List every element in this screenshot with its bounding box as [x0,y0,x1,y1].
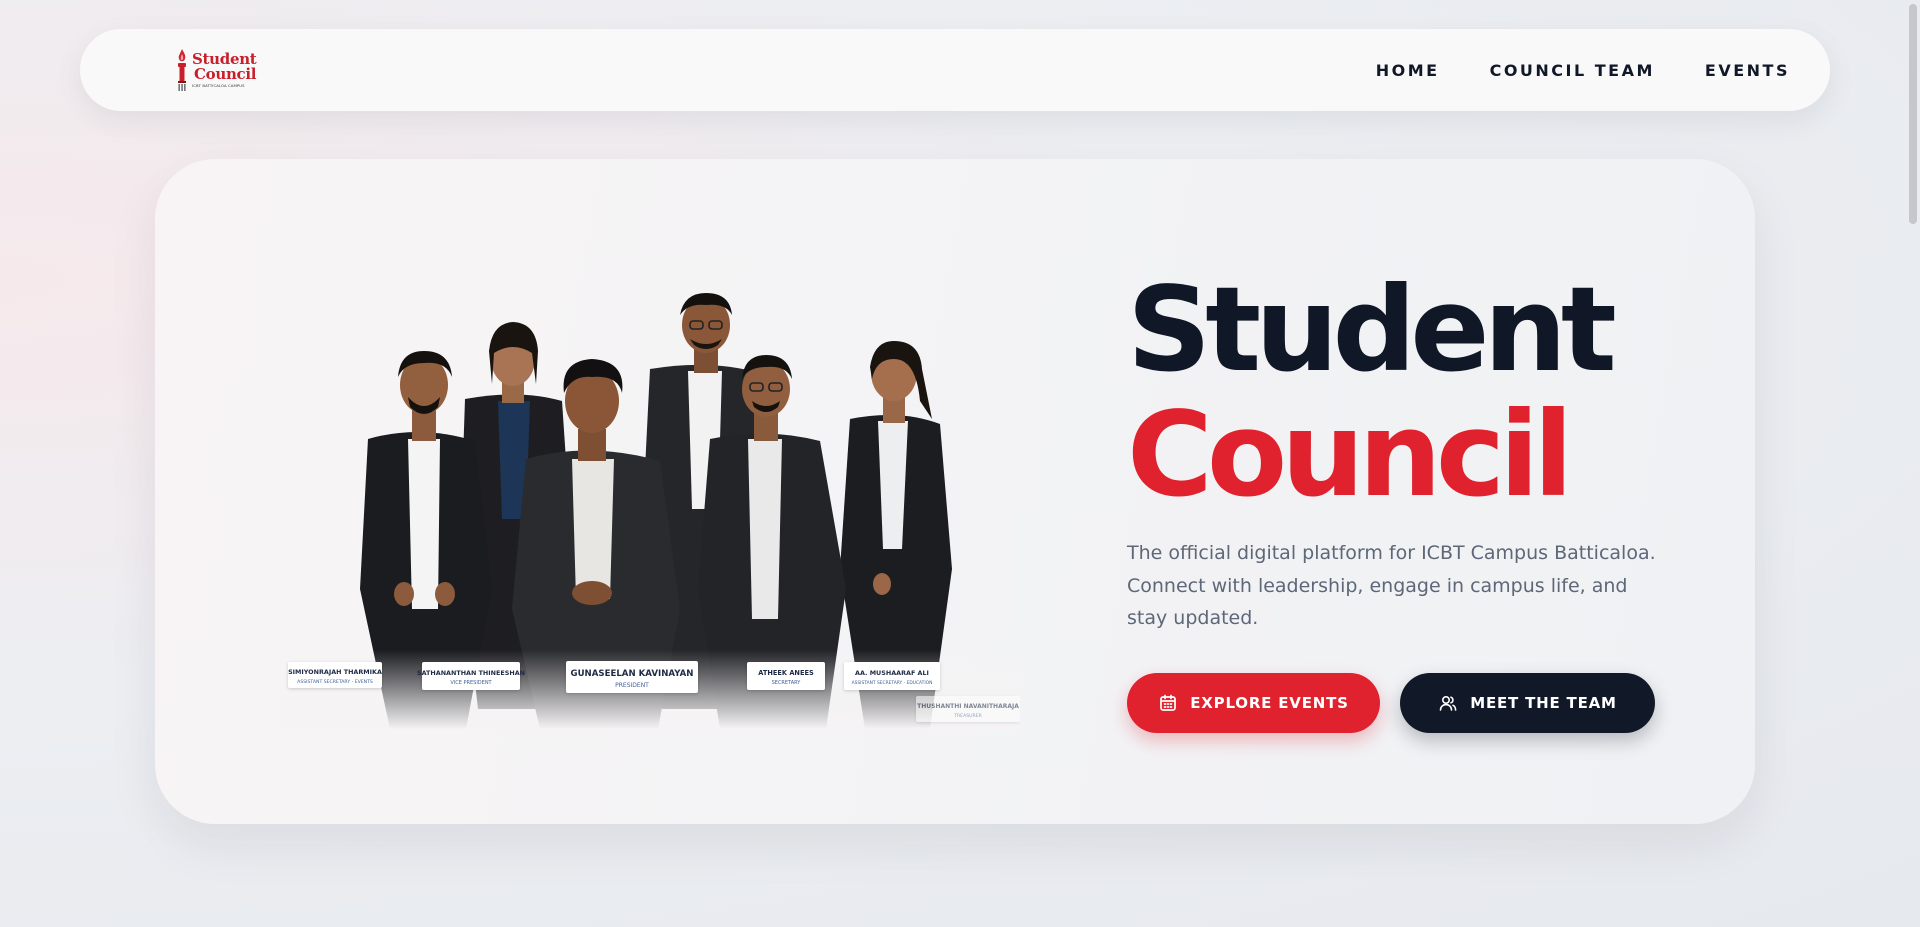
hero-description: The official digital platform for ICBT C… [1127,542,1656,629]
meet-the-team-label: MEET THE TEAM [1470,693,1617,712]
name-card: ATHEEK ANEES SECRETARY [747,662,825,690]
logo-text: Student Council ICBT BATTICALOA CAMPUS [192,52,257,89]
name-card-name: ATHEEK ANEES [758,669,814,677]
name-card-role: ASSISTANT SECRETARY - EVENTS [297,679,373,685]
nav-link-council-team[interactable]: COUNCIL TEAM [1490,61,1655,80]
nav-link-events[interactable]: EVENTS [1705,61,1790,80]
name-card-name: AA. MUSHAARAF ALI [855,669,929,677]
logo-line-2: Council [194,65,257,84]
nav-links: HOME COUNCIL TEAM EVENTS [1376,61,1790,80]
page-scrollbar[interactable] [1906,0,1920,927]
users-icon [1439,695,1457,711]
hero-title-line-1: Student [1127,261,1617,398]
name-card: SIMIYONRAJAH THARMIKA ASSISTANT SECRETAR… [288,662,382,688]
hero-title-line-2: Council [1127,386,1573,523]
hero-card: SIMIYONRAJAH THARMIKA ASSISTANT SECRETAR… [155,159,1755,824]
hero-actions: EXPLORE EVENTS MEET THE TEAM [1127,672,1687,733]
name-card-name: SATHANANTHAN THINEESHAN [417,669,525,677]
hero-text: Student Council The official digital pla… [1127,267,1687,733]
navbar: Student Council ICBT BATTICALOA CAMPUS H… [80,29,1830,111]
name-card-role: PRESIDENT [615,682,649,689]
nav-link-home[interactable]: HOME [1376,61,1440,80]
meet-the-team-button[interactable]: MEET THE TEAM [1400,672,1655,733]
name-card: SATHANANTHAN THINEESHAN VICE PRESIDENT [417,662,525,690]
team-photo: SIMIYONRAJAH THARMIKA ASSISTANT SECRETAR… [280,289,1020,729]
calendar-icon [1160,694,1177,711]
name-card-name: THUSHANTHI NAVANITHARAJA [917,703,1019,710]
logo-tagline: ICBT BATTICALOA CAMPUS [192,83,245,89]
scrollbar-thumb[interactable] [1909,4,1917,224]
explore-events-label: EXPLORE EVENTS [1190,693,1349,712]
explore-events-button[interactable]: EXPLORE EVENTS [1127,672,1380,733]
name-card: AA. MUSHAARAF ALI ASSISTANT SECRETARY - … [844,662,940,690]
name-card-role: SECRETARY [772,680,802,686]
hero-title: Student Council [1127,267,1687,517]
name-card-name: GUNASEELAN KAVINAYAN [571,669,694,679]
name-card: GUNASEELAN KAVINAYAN PRESIDENT [566,661,698,693]
name-card-name: SIMIYONRAJAH THARMIKA [288,668,382,676]
name-card-role: VICE PRESIDENT [450,680,492,686]
torch-icon [178,49,186,91]
name-card-role: TREASURER [953,713,982,719]
name-card: THUSHANTHI NAVANITHARAJA TREASURER [916,696,1020,722]
site-logo[interactable]: Student Council ICBT BATTICALOA CAMPUS [175,46,257,94]
name-card-role: ASSISTANT SECRETARY - EDUCATION [852,680,933,686]
